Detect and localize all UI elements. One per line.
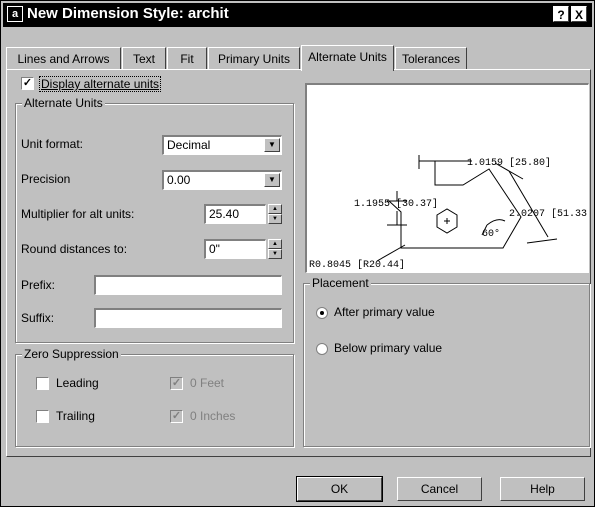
dialog-window: a New Dimension Style: archit ? X Lines … (0, 0, 595, 507)
precision-value: 0.00 (167, 173, 191, 187)
display-alt-units-label[interactable]: Display alternate units (39, 76, 162, 92)
spin-up-icon[interactable]: ▲ (268, 204, 282, 214)
spin-up-icon[interactable]: ▲ (268, 239, 282, 249)
chevron-down-icon[interactable]: ▼ (264, 138, 280, 152)
preview-radius: R0.8045 [R20.44] (309, 259, 405, 271)
app-icon: a (7, 6, 23, 22)
window-title: New Dimension Style: archit (27, 5, 229, 22)
tab-fit[interactable]: Fit (167, 47, 207, 69)
tab-panel: ✓ Display alternate units Alternate Unit… (6, 69, 591, 457)
trailing-label[interactable]: Trailing (56, 409, 95, 423)
tab-lines-and-arrows[interactable]: Lines and Arrows (6, 47, 121, 69)
round-distances-input[interactable]: 0" (204, 239, 266, 259)
inches-checkbox[interactable]: ✓ (170, 410, 183, 423)
chevron-down-icon[interactable]: ▼ (264, 173, 280, 187)
multiplier-input[interactable]: 25.40 (204, 204, 266, 224)
prefix-label: Prefix: (21, 278, 56, 292)
help-button[interactable]: Help (500, 477, 585, 501)
inches-label: 0 Inches (190, 409, 236, 423)
round-distances-label: Round distances to: (21, 242, 128, 256)
ok-button[interactable]: OK (296, 476, 383, 502)
preview-dim-right: 2.0207 [51.33] (509, 208, 588, 220)
preview-angle: 60° (482, 228, 500, 240)
unit-format-label: Unit format: (21, 137, 84, 151)
radio-selected-dot (320, 311, 324, 315)
suffix-label: Suffix: (21, 311, 55, 325)
tab-primary-units[interactable]: Primary Units (208, 47, 300, 69)
after-primary-label[interactable]: After primary value (334, 305, 435, 319)
tab-tolerances[interactable]: Tolerances (395, 47, 467, 69)
below-primary-radio[interactable] (316, 343, 328, 355)
placement-group-title: Placement (310, 276, 371, 290)
preview-dim-top: 1.0159 [25.80] (467, 157, 551, 169)
title-bar[interactable]: a New Dimension Style: archit ? X (3, 3, 592, 27)
feet-label: 0 Feet (190, 376, 225, 390)
spin-down-icon[interactable]: ▼ (268, 249, 282, 259)
precision-label: Precision (21, 172, 71, 186)
trailing-checkbox[interactable] (36, 410, 49, 423)
dimension-preview: 1.0159 [25.80] 1.1955 [30.37] 2.0207 [51… (305, 83, 589, 273)
unit-format-value: Decimal (167, 138, 211, 152)
alternate-units-group-title: Alternate Units (22, 96, 105, 110)
after-primary-radio[interactable] (316, 307, 328, 319)
display-alt-units-checkbox[interactable]: ✓ (21, 77, 34, 90)
tab-alternate-units[interactable]: Alternate Units (301, 45, 394, 71)
zero-suppression-group: Zero Suppression Leading ✓ 0 Feet Traili… (15, 347, 294, 447)
leading-checkbox[interactable] (36, 377, 49, 390)
preview-dim-left: 1.1955 [30.37] (354, 198, 438, 210)
precision-select[interactable]: 0.00 ▼ (162, 170, 282, 190)
suffix-input[interactable] (94, 308, 282, 328)
zero-suppression-group-title: Zero Suppression (22, 347, 121, 361)
multiplier-label: Multiplier for alt units: (21, 207, 135, 221)
alternate-units-group: Alternate Units Unit format: Decimal ▼ P… (15, 96, 294, 343)
help-title-button[interactable]: ? (553, 6, 569, 22)
close-icon[interactable]: X (571, 6, 587, 22)
below-primary-label[interactable]: Below primary value (334, 341, 442, 355)
leading-label[interactable]: Leading (56, 376, 99, 390)
preview-drawing: 1.0159 [25.80] 1.1955 [30.37] 2.0207 [51… (309, 155, 588, 271)
feet-checkbox[interactable]: ✓ (170, 377, 183, 390)
tab-text[interactable]: Text (122, 47, 166, 69)
placement-group: Placement After primary value Below prim… (303, 276, 590, 447)
cancel-button[interactable]: Cancel (397, 477, 482, 501)
spin-down-icon[interactable]: ▼ (268, 214, 282, 224)
round-distances-spinner[interactable]: ▲ ▼ (268, 239, 282, 259)
prefix-input[interactable] (94, 275, 282, 295)
multiplier-spinner[interactable]: ▲ ▼ (268, 204, 282, 224)
unit-format-select[interactable]: Decimal ▼ (162, 135, 282, 155)
